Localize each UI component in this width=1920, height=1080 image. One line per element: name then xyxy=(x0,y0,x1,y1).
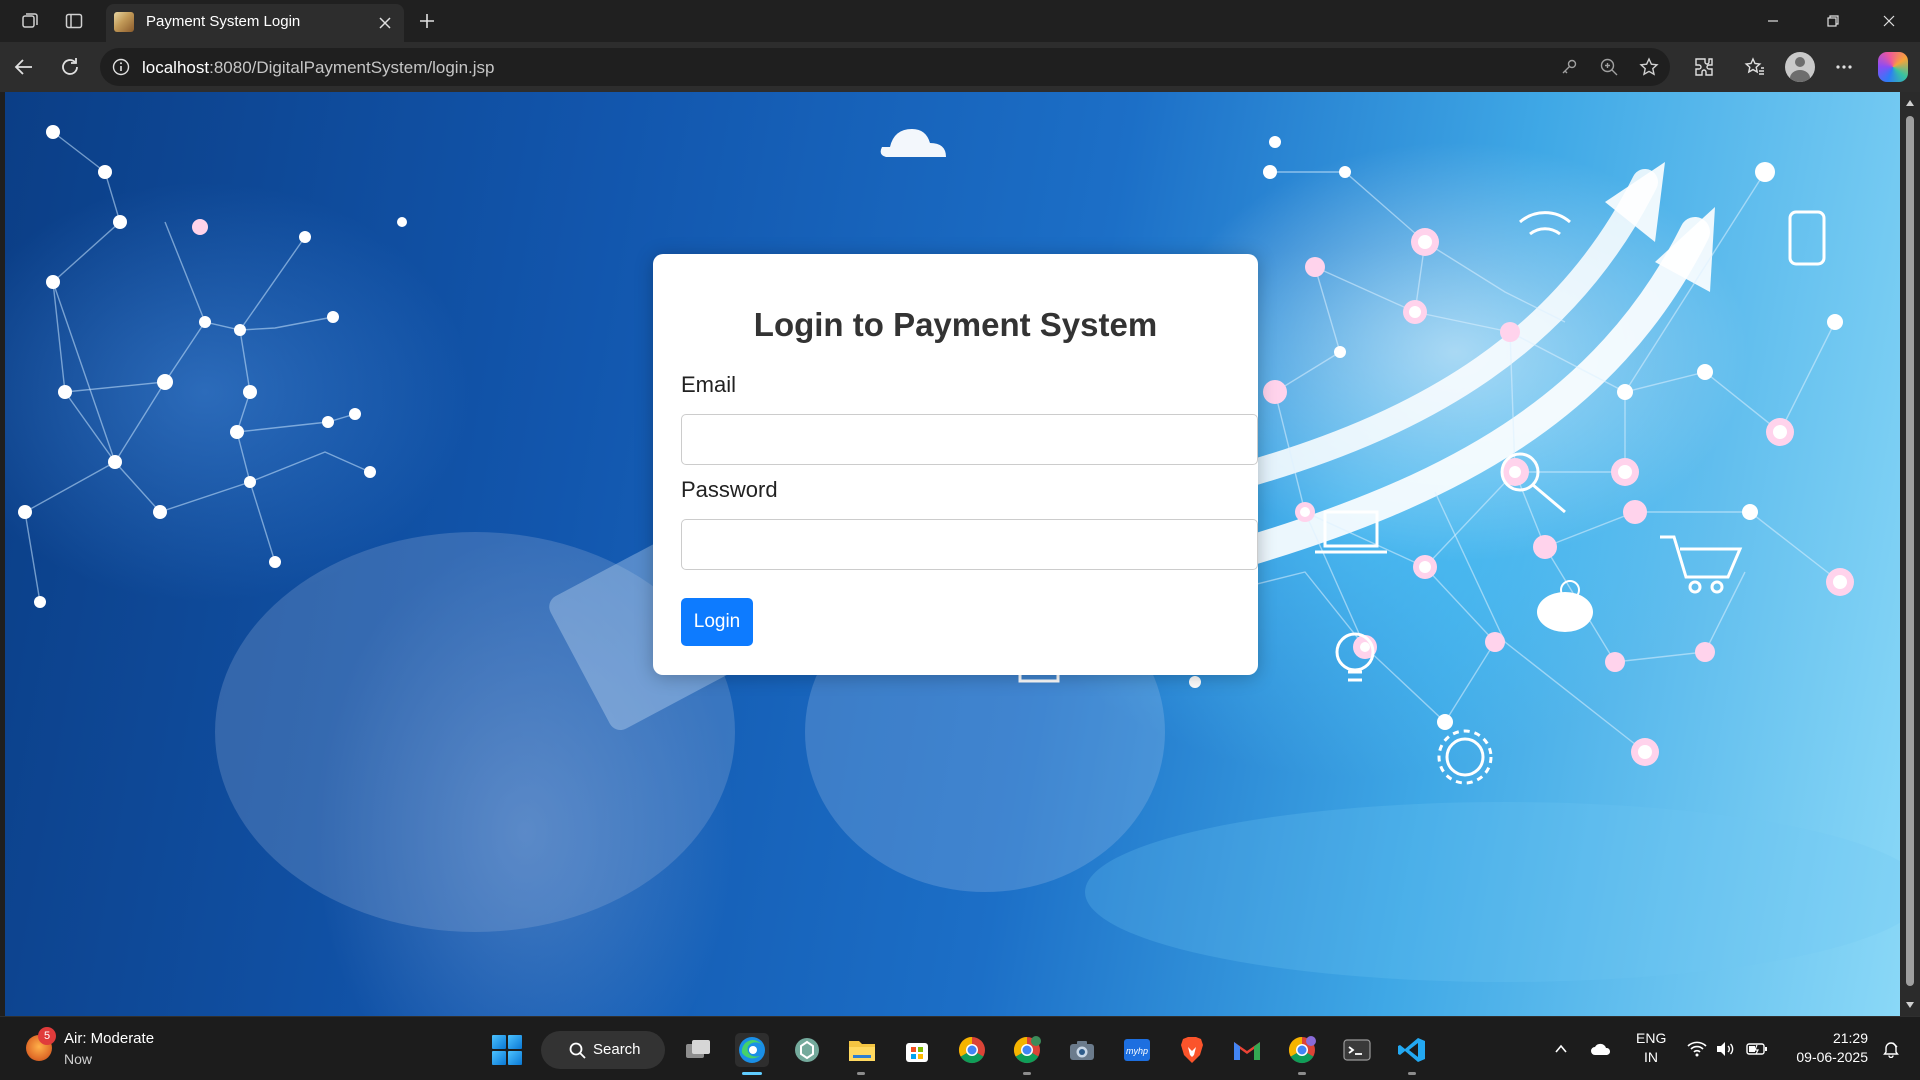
new-tab-icon[interactable] xyxy=(414,8,440,34)
browser-toolbar: localhost:8080/DigitalPaymentSystem/logi… xyxy=(0,42,1920,92)
vscode-icon[interactable] xyxy=(1395,1033,1429,1067)
password-key-icon[interactable] xyxy=(1558,56,1580,78)
chrome-profile-indicator xyxy=(1023,1072,1031,1075)
tab-favicon-icon xyxy=(114,12,134,32)
address-bar[interactable]: localhost:8080/DigitalPaymentSystem/logi… xyxy=(100,48,1670,86)
task-view-icon[interactable] xyxy=(681,1033,715,1067)
windows-taskbar: 5 Air: Moderate Now Search myhp ENG IN 2… xyxy=(0,1016,1920,1080)
volume-icon[interactable] xyxy=(1714,1038,1736,1060)
site-info-icon[interactable] xyxy=(112,58,130,76)
chrome-icon[interactable] xyxy=(955,1033,989,1067)
page-viewport: Login to Payment System Email Password L… xyxy=(5,92,1900,1016)
edge-active-indicator xyxy=(742,1072,762,1075)
show-hidden-icons-icon[interactable] xyxy=(1550,1038,1572,1060)
zoom-icon[interactable] xyxy=(1598,56,1620,78)
browser-titlebar: Payment System Login xyxy=(0,0,1920,42)
vscode-indicator xyxy=(1408,1072,1416,1075)
file-explorer-indicator xyxy=(857,1072,865,1075)
email-field[interactable] xyxy=(681,414,1258,465)
system-clock[interactable]: 21:29 09-06-2025 xyxy=(1784,1029,1868,1067)
taskbar-search[interactable]: Search xyxy=(541,1031,665,1069)
clock-time: 21:29 xyxy=(1832,1030,1868,1046)
workspaces-icon[interactable] xyxy=(18,9,42,33)
camera-icon[interactable] xyxy=(1065,1033,1099,1067)
minimize-icon[interactable] xyxy=(1750,6,1796,36)
myhp-icon[interactable]: myhp xyxy=(1120,1033,1154,1067)
weather-badge: 5 xyxy=(38,1027,56,1045)
password-field[interactable] xyxy=(681,519,1258,570)
page-scrollbar[interactable] xyxy=(1900,92,1920,1016)
weather-subtitle: Now xyxy=(64,1051,93,1067)
back-icon[interactable] xyxy=(10,53,38,81)
onedrive-icon[interactable] xyxy=(1590,1038,1612,1060)
language-indicator[interactable]: ENG IN xyxy=(1636,1029,1666,1067)
url-host: localhost xyxy=(142,58,210,77)
tab-payment-login[interactable]: Payment System Login xyxy=(106,4,404,42)
battery-icon[interactable] xyxy=(1746,1038,1768,1060)
wifi-icon[interactable] xyxy=(1686,1038,1708,1060)
chrome-alt-indicator xyxy=(1298,1072,1306,1075)
clock-date: 09-06-2025 xyxy=(1796,1049,1868,1065)
notifications-icon[interactable] xyxy=(1880,1038,1902,1060)
region-code: IN xyxy=(1644,1049,1658,1065)
scrollbar-thumb[interactable] xyxy=(1906,116,1914,986)
microsoft-store-icon[interactable] xyxy=(900,1033,934,1067)
scroll-up-icon[interactable] xyxy=(1905,98,1915,108)
login-button[interactable]: Login xyxy=(681,598,753,646)
refresh-icon[interactable] xyxy=(56,53,84,81)
scroll-down-icon[interactable] xyxy=(1905,1000,1915,1010)
favorite-star-icon[interactable] xyxy=(1638,56,1660,78)
chatgpt-icon[interactable] xyxy=(790,1033,824,1067)
close-window-icon[interactable] xyxy=(1866,6,1912,36)
password-label: Password xyxy=(681,477,778,502)
gmail-icon[interactable] xyxy=(1230,1033,1264,1067)
extensions-icon[interactable] xyxy=(1690,53,1718,81)
url-text[interactable]: localhost:8080/DigitalPaymentSystem/logi… xyxy=(142,58,494,78)
vertical-tabs-icon[interactable] xyxy=(62,9,86,33)
profile-avatar[interactable] xyxy=(1785,52,1815,82)
brave-icon[interactable] xyxy=(1175,1033,1209,1067)
login-card: Login to Payment System Email Password L… xyxy=(653,254,1258,675)
close-tab-icon[interactable] xyxy=(374,12,396,34)
file-explorer-icon[interactable] xyxy=(845,1033,879,1067)
search-icon xyxy=(569,1042,586,1059)
weather-title: Air: Moderate xyxy=(64,1030,155,1047)
svg-text:myhp: myhp xyxy=(1126,1046,1148,1056)
tab-title: Payment System Login xyxy=(146,13,301,30)
url-path: :8080/DigitalPaymentSystem/login.jsp xyxy=(209,58,495,77)
login-title: Login to Payment System xyxy=(753,306,1158,343)
copilot-icon[interactable] xyxy=(1878,52,1908,82)
start-button[interactable] xyxy=(492,1035,522,1065)
edge-icon[interactable] xyxy=(735,1033,769,1067)
chrome-profile-icon[interactable] xyxy=(1010,1033,1044,1067)
language-code: ENG xyxy=(1636,1030,1667,1046)
search-label: Search xyxy=(593,1041,641,1058)
more-options-icon[interactable] xyxy=(1830,53,1858,81)
terminal-icon[interactable] xyxy=(1340,1033,1374,1067)
favorites-icon[interactable] xyxy=(1741,53,1769,81)
restore-icon[interactable] xyxy=(1810,6,1856,36)
email-label: Email xyxy=(681,372,737,397)
chrome-alt-icon[interactable] xyxy=(1285,1033,1319,1067)
